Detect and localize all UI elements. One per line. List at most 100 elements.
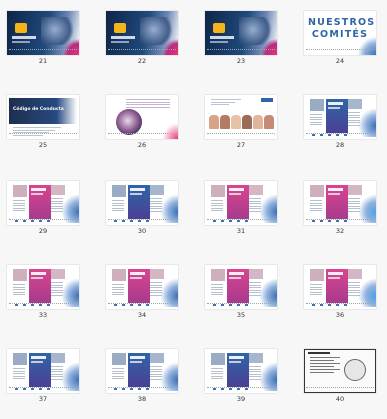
page-number: 31 [236,227,246,235]
left-photo [13,269,27,281]
page-thumbnail-24[interactable]: NUESTROS COMITÉS 24 [304,11,376,81]
panel-heading [229,272,244,275]
brand-mark [261,98,273,102]
thumbnail-image[interactable] [7,349,79,393]
thumb-footer [108,303,176,308]
page-thumbnail-35[interactable]: 35 [205,265,277,335]
page-thumbnail-26[interactable]: 26 [106,95,178,165]
thumbnail-image[interactable] [7,11,79,55]
text-line [13,207,25,209]
text-line [310,291,322,293]
scan-line [310,357,340,358]
thumbnail-image[interactable] [205,349,277,393]
panel-heading-2 [229,277,241,279]
page-thumbnail-40[interactable]: 40 [304,349,376,419]
text-line [13,291,25,293]
thumbnail-image[interactable] [205,95,277,139]
text-line [112,373,124,374]
thumbnail-image[interactable]: Código de Conducta [7,95,79,139]
page-thumbnail-23[interactable]: 23 [205,11,277,81]
text-line [211,294,223,295]
thumb-footer [306,133,374,138]
person-photo [209,115,219,129]
scan-header [308,352,330,354]
panel-heading-2 [130,277,142,279]
page-thumbnail-28[interactable]: 28 [304,95,376,165]
page-number: 40 [335,395,345,403]
page-thumbnail-39[interactable]: 39 [205,349,277,419]
thumb-footer [108,219,176,224]
page-thumbnail-36[interactable]: 36 [304,265,376,335]
thumbnail-image[interactable] [106,265,178,309]
thumbnail-image[interactable] [205,181,277,225]
thumbnail-image[interactable] [106,11,178,55]
page-thumbnail-38[interactable]: 38 [106,349,178,419]
doc-line [126,106,170,108]
page-number: 23 [236,57,246,65]
text-line [211,207,223,209]
left-photo [112,269,126,281]
page-number: 37 [38,395,48,403]
page-thumbnail-34[interactable]: 34 [106,265,178,335]
text-line [310,202,322,204]
panel-heading-2 [328,107,340,109]
page-number: 24 [335,57,345,65]
page-thumbnail-27[interactable]: 27 [205,95,277,165]
thumbnail-image[interactable] [7,265,79,309]
thumbnail-image[interactable] [205,265,277,309]
text-line [112,291,124,293]
thumbnail-image[interactable] [304,181,376,225]
thumbnail-image[interactable] [106,349,178,393]
page-thumbnail-21[interactable]: 21 [7,11,79,81]
left-photo [112,185,126,197]
round-image [116,109,142,135]
thumbnail-image[interactable] [7,181,79,225]
text-line [112,210,124,211]
panel-heading [31,272,46,275]
text-line [112,200,124,201]
thumbnail-image[interactable] [304,349,376,393]
text-line [13,368,25,369]
text-line [13,200,25,201]
panel-heading-2 [130,193,142,195]
doc-line [126,99,170,100]
header-line [211,101,235,103]
scan-line [310,360,334,361]
thumbnail-image[interactable] [304,265,376,309]
text-line [13,373,25,374]
panel-heading-2 [229,361,241,363]
left-photo [211,185,225,197]
logo-mark [213,23,225,33]
text-line [310,119,322,120]
right-photo [51,353,65,363]
page-number: 29 [38,227,48,235]
thumbnail-image[interactable] [205,11,277,55]
page-thumbnail-30[interactable]: 30 [106,181,178,251]
thumb-footer [207,133,275,138]
page-thumbnail-29[interactable]: 29 [7,181,79,251]
page-thumbnail-37[interactable]: 37 [7,349,79,419]
text-line [13,370,25,372]
panel-heading [130,188,145,191]
text-line [211,375,223,377]
page-thumbnail-32[interactable]: 32 [304,181,376,251]
page-thumbnail-33[interactable]: 33 [7,265,79,335]
page-number: 38 [137,395,147,403]
scan-line [310,366,334,367]
page-number: 33 [38,311,48,319]
thumb-footer [9,133,77,138]
page-thumbnail-22[interactable]: 22 [106,11,178,81]
text-line [211,368,223,369]
text-line [310,114,322,115]
thumbnail-image[interactable]: NUESTROS COMITÉS [304,11,376,55]
doc-line [126,104,170,105]
thumbnail-image[interactable] [106,95,178,139]
text-line [211,202,223,204]
page-thumbnail-25[interactable]: Código de Conducta 25 [7,95,79,165]
thumb-footer [9,303,77,308]
thumbnail-image[interactable] [106,181,178,225]
thumbnail-image[interactable] [304,95,376,139]
left-photo [13,185,27,197]
page-thumbnail-31[interactable]: 31 [205,181,277,251]
page-number: 34 [137,311,147,319]
